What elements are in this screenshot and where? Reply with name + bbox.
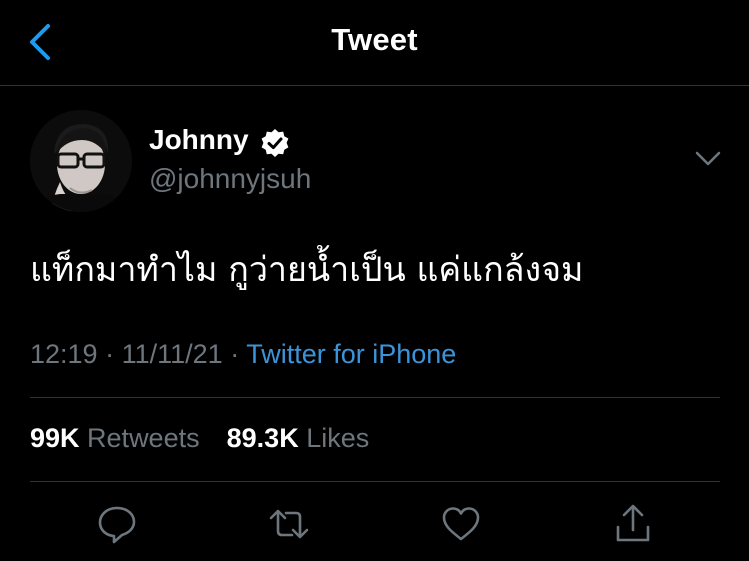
metadata-divider [30, 397, 720, 398]
retweet-icon[interactable] [268, 503, 310, 545]
avatar-portrait-icon [30, 110, 132, 212]
author-name[interactable]: Johnny [149, 124, 249, 156]
header-divider [0, 85, 749, 86]
chevron-down-icon[interactable] [694, 150, 722, 168]
author-avatar[interactable] [30, 110, 132, 212]
reply-icon[interactable] [96, 503, 138, 545]
page-title: Tweet [331, 22, 418, 57]
meta-separator: · [105, 339, 115, 369]
retweets-count[interactable]: 99K [30, 423, 80, 453]
tweet-source-link[interactable]: Twitter for iPhone [246, 339, 456, 369]
tweet-text: แท็กมาทำไม กูว่ายน้ำเป็น แค่แกล้งจม [30, 250, 584, 290]
likes-label[interactable]: Likes [306, 423, 369, 453]
share-icon[interactable] [612, 503, 654, 545]
meta-separator: · [230, 339, 240, 369]
stats-divider [30, 481, 720, 482]
tweet-metadata: 12:19 · 11/11/21 · Twitter for iPhone [30, 339, 456, 370]
author-handle[interactable]: @johnnyjsuh [149, 163, 311, 195]
engagement-stats: 99K Retweets 89.3K Likes [30, 423, 369, 454]
heart-icon[interactable] [440, 503, 482, 545]
likes-count[interactable]: 89.3K [227, 423, 299, 453]
retweets-label[interactable]: Retweets [87, 423, 200, 453]
verified-badge-icon [261, 129, 289, 157]
top-navigation-bar: Tweet [0, 0, 749, 84]
tweet-date: 11/11/21 [121, 339, 223, 369]
tweet-time: 12:19 [30, 339, 98, 369]
